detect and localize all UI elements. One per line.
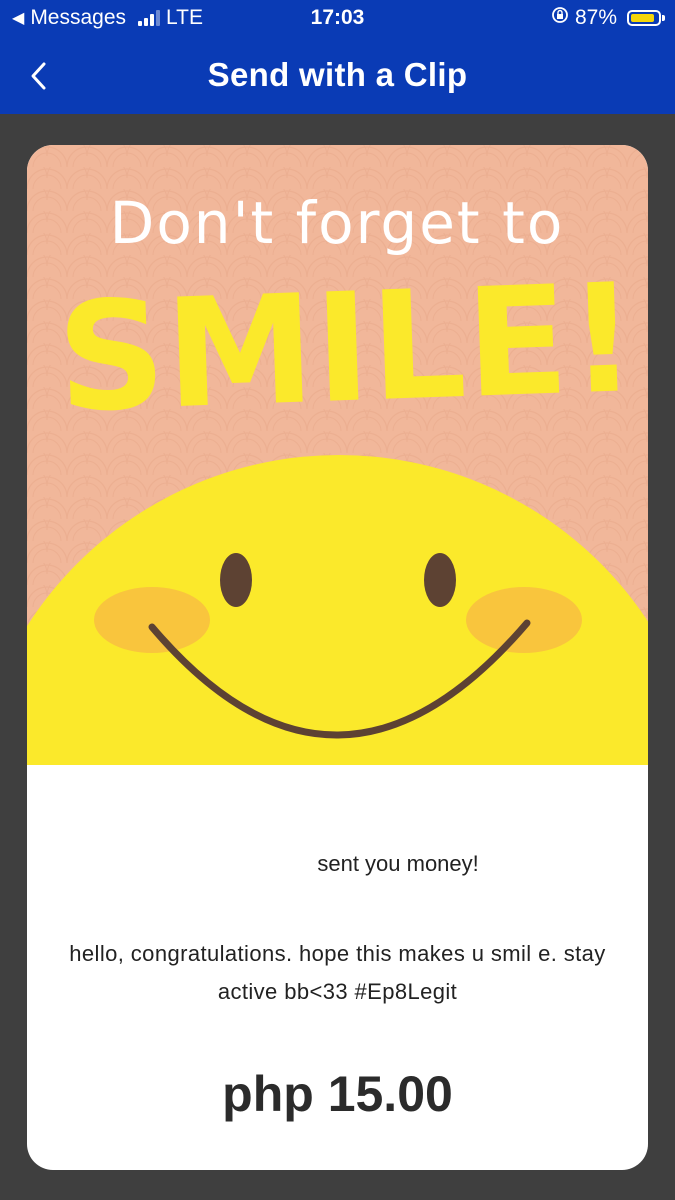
left-cheek [94, 587, 210, 653]
rotation-lock-icon [551, 6, 569, 30]
money-clip-card: Don't forget to SMILE! sent you money! h… [27, 145, 648, 1170]
amount-value: php 15.00 [222, 1066, 453, 1122]
status-right: 87% [551, 6, 665, 30]
gift-message: hello, congratulations. hope this makes … [69, 941, 606, 1004]
status-bar: ◀ Messages LTE 17:03 87% [0, 0, 675, 38]
art-line-1: Don't forget to [110, 189, 565, 257]
nav-bar: Send with a Clip [0, 38, 675, 114]
right-cheek [466, 587, 582, 653]
battery-percent: 87% [574, 6, 617, 29]
smile-card-artwork: Don't forget to SMILE! [27, 145, 648, 765]
right-eye [424, 553, 456, 607]
page-title: Send with a Clip [207, 56, 468, 93]
sender-line: sent you money! [27, 851, 648, 877]
sent-money-text: sent you money! [317, 851, 479, 876]
battery-icon [627, 10, 665, 26]
art-line-2: SMILE! [54, 252, 639, 446]
left-eye [220, 553, 252, 607]
